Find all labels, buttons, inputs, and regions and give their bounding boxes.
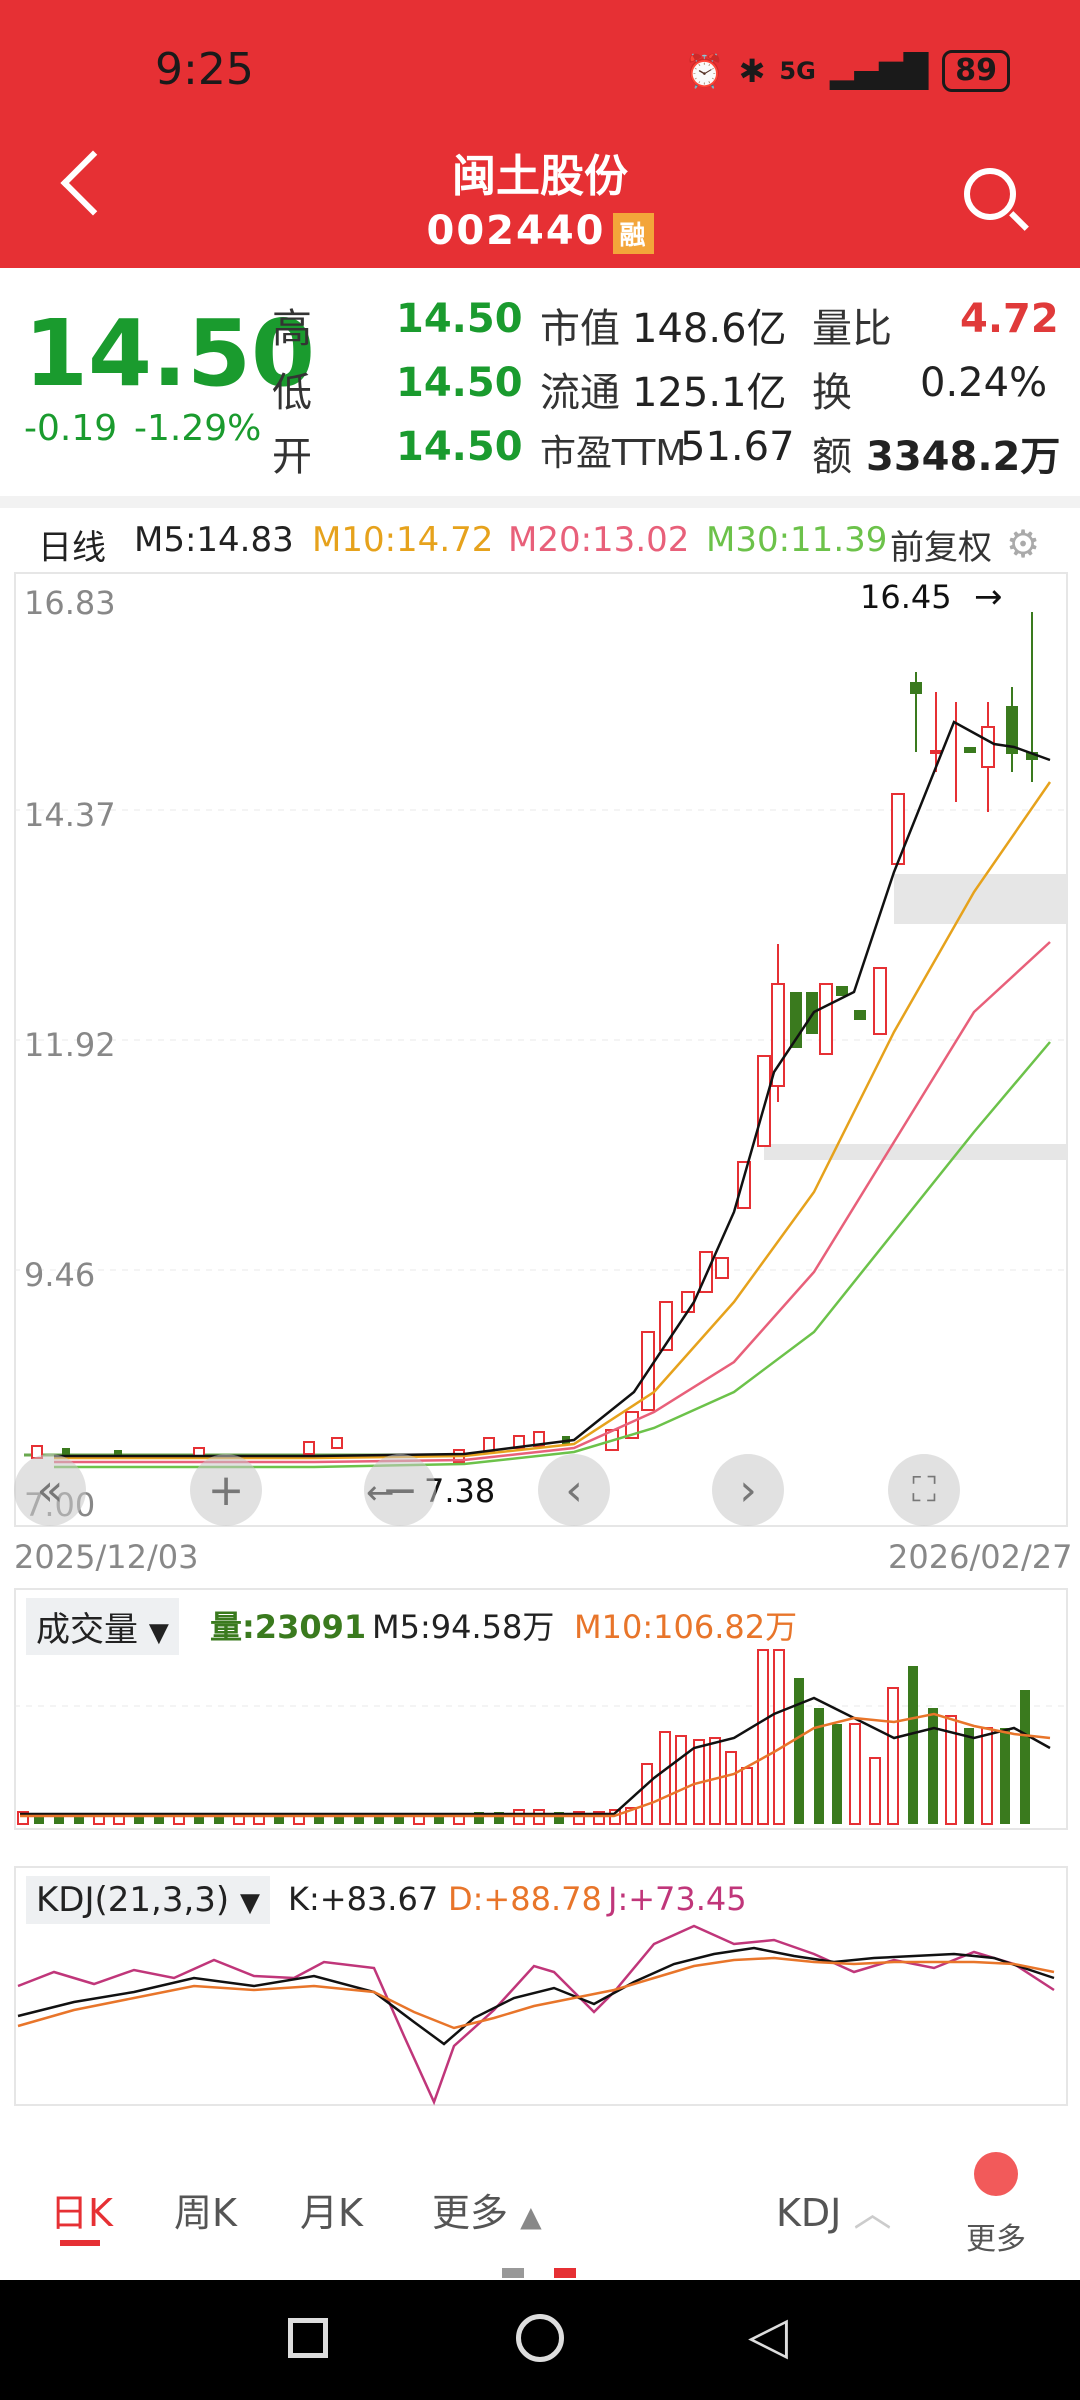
margin-badge: 融 xyxy=(613,212,654,254)
ma20-label: M20:13.02 xyxy=(508,520,690,560)
bluetooth-icon: ✱ xyxy=(738,52,766,90)
volume-ratio-value: 4.72 xyxy=(960,296,1059,342)
divider xyxy=(0,496,1080,508)
open-value: 14.50 xyxy=(396,424,523,470)
turnover-value: 0.24% xyxy=(920,360,1048,406)
ma30-line xyxy=(54,1041,1051,1469)
back-nav-icon[interactable]: ◁ xyxy=(748,2310,788,2362)
status-time: 9:25 xyxy=(155,44,254,95)
page-indicator-active xyxy=(554,2268,576,2278)
volume-bars xyxy=(17,1649,1030,1825)
y-tick-4: 9.46 xyxy=(24,1256,96,1294)
stock-code: 002440 xyxy=(426,208,606,254)
adjust-label[interactable]: 前复权 xyxy=(890,520,992,569)
tab-month-k[interactable]: 月K xyxy=(300,2182,363,2237)
signal-icon: ▂▄▆█ xyxy=(829,52,929,90)
recents-icon[interactable] xyxy=(288,2318,328,2358)
y-tick-1: 16.83 xyxy=(24,584,116,622)
tab-active-indicator xyxy=(60,2240,100,2246)
period-label[interactable]: 日线 xyxy=(38,520,106,569)
tab-week-k[interactable]: 周K xyxy=(174,2182,237,2237)
tab-more[interactable]: 更多 ▲ xyxy=(432,2182,542,2237)
mcap-label: 市值 xyxy=(540,306,620,352)
signal-label: 5G xyxy=(779,57,816,85)
low-value: 14.50 xyxy=(396,360,523,406)
float-label: 流通 xyxy=(540,370,620,416)
high-value: 14.50 xyxy=(396,296,523,342)
more-tools-label[interactable]: 更多 xyxy=(966,2214,1026,2258)
date-start: 2025/12/03 xyxy=(14,1538,199,1576)
volume-ratio-label: 量比 xyxy=(812,306,892,352)
battery-icon: 89 xyxy=(942,50,1010,92)
alarm-icon: ⏰ xyxy=(684,52,725,90)
pe-value: 51.67 xyxy=(680,424,795,470)
fast-rewind-button[interactable]: « xyxy=(14,1454,86,1526)
status-icons: ⏰ ✱ 5G ▂▄▆█ 89 xyxy=(685,50,1010,92)
chevron-up-icon: ▲ xyxy=(520,2200,542,2233)
zoom-in-button[interactable]: + xyxy=(190,1454,262,1526)
high-label: 高 xyxy=(272,306,312,352)
chevron-up-icon: ︿ xyxy=(853,2191,892,2235)
tab-more-label: 更多 xyxy=(432,2191,509,2235)
home-icon[interactable] xyxy=(516,2314,564,2362)
pe-label: 市盈TTM xyxy=(540,433,687,474)
search-icon[interactable] xyxy=(964,168,1016,220)
fullscreen-button[interactable]: ⛶ xyxy=(888,1454,960,1526)
settings-gear-icon[interactable]: ⚙ xyxy=(1006,522,1040,566)
amount-label: 额 xyxy=(812,434,852,480)
ma5-label: M5:14.83 xyxy=(134,520,294,560)
max-price-mark: 16.45 xyxy=(860,578,952,616)
page-indicator xyxy=(502,2268,524,2278)
tab-indicator-kdj[interactable]: KDJ ︿ xyxy=(776,2182,892,2237)
scroll-left-button[interactable]: ‹ xyxy=(538,1454,610,1526)
low-label: 低 xyxy=(272,370,312,416)
price-band xyxy=(764,1144,1068,1160)
volume-svg xyxy=(14,1649,1068,1825)
kdj-j-line xyxy=(17,1924,1055,2106)
kline-svg: 16.45 → 7.38 ← xyxy=(14,577,1068,1513)
turnover-label: 换 xyxy=(812,370,852,416)
stock-name: 闽土股份 xyxy=(452,151,628,202)
more-red-dot-icon[interactable] xyxy=(974,2152,1018,2196)
date-end: 2026/02/27 xyxy=(888,1538,1073,1576)
tab-day-k[interactable]: 日K xyxy=(50,2182,113,2237)
tab-kdj-label: KDJ xyxy=(776,2191,842,2235)
mcap-value: 148.6亿 xyxy=(632,306,787,352)
kdj-svg xyxy=(17,1924,1055,2106)
zoom-out-button[interactable]: − xyxy=(364,1454,436,1526)
y-tick-2: 14.37 xyxy=(24,796,116,834)
max-arrow-icon: → xyxy=(974,577,1003,617)
price-change-pct: -1.29% xyxy=(134,408,262,449)
open-label: 开 xyxy=(272,434,312,480)
float-value: 125.1亿 xyxy=(632,370,787,416)
price-change: -0.19 xyxy=(24,408,118,449)
scroll-right-button[interactable]: › xyxy=(712,1454,784,1526)
ma10-label: M10:14.72 xyxy=(312,520,494,560)
amount-value: 3348.2万 xyxy=(866,434,1061,480)
ma30-label: M30:11.39 xyxy=(706,520,888,560)
candles xyxy=(24,612,1038,1463)
y-tick-3: 11.92 xyxy=(24,1026,116,1064)
stock-code-row: 002440 融 xyxy=(0,208,1080,254)
